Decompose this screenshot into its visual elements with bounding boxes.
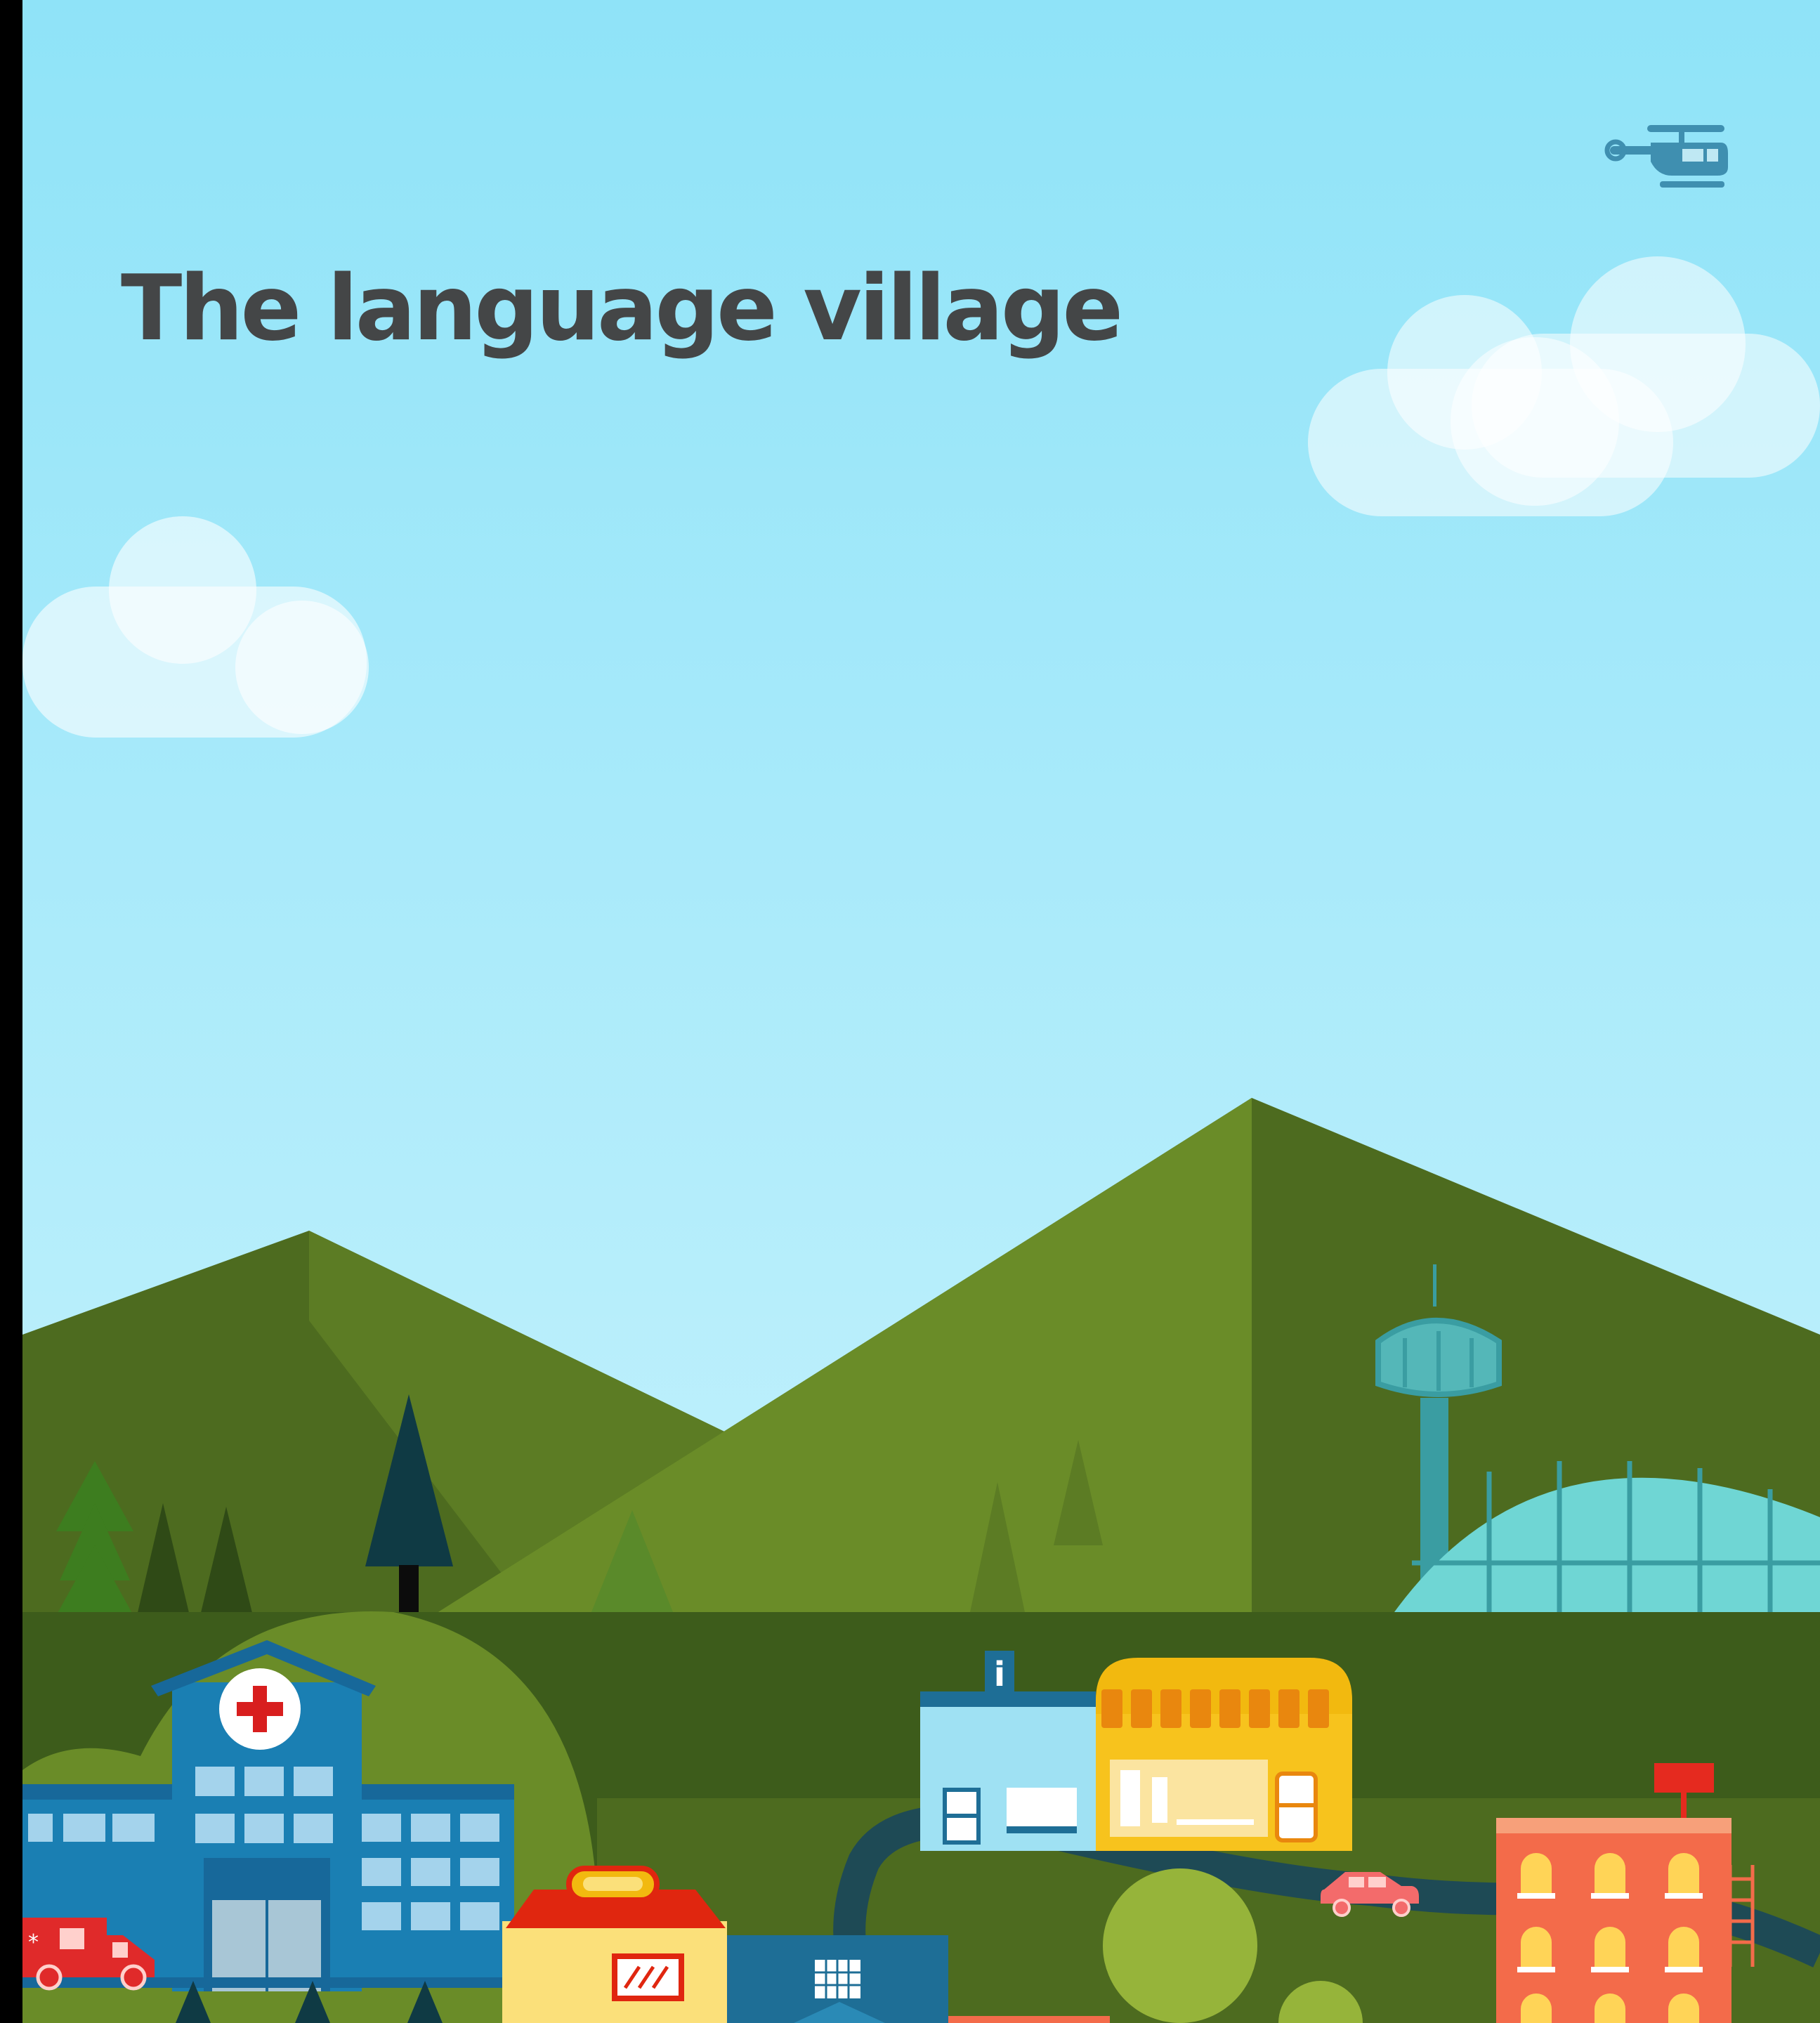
page-title: The language village: [121, 256, 1123, 361]
svg-text:*: *: [28, 1930, 39, 1955]
info-icon[interactable]: i: [994, 1655, 1005, 1694]
red-cross-icon: [219, 1668, 301, 1750]
yellow-shop: [502, 1866, 727, 2023]
round-tree: [1103, 1868, 1257, 2023]
clothing-shop: [1096, 1658, 1352, 1851]
blue-building: [727, 1935, 948, 2023]
